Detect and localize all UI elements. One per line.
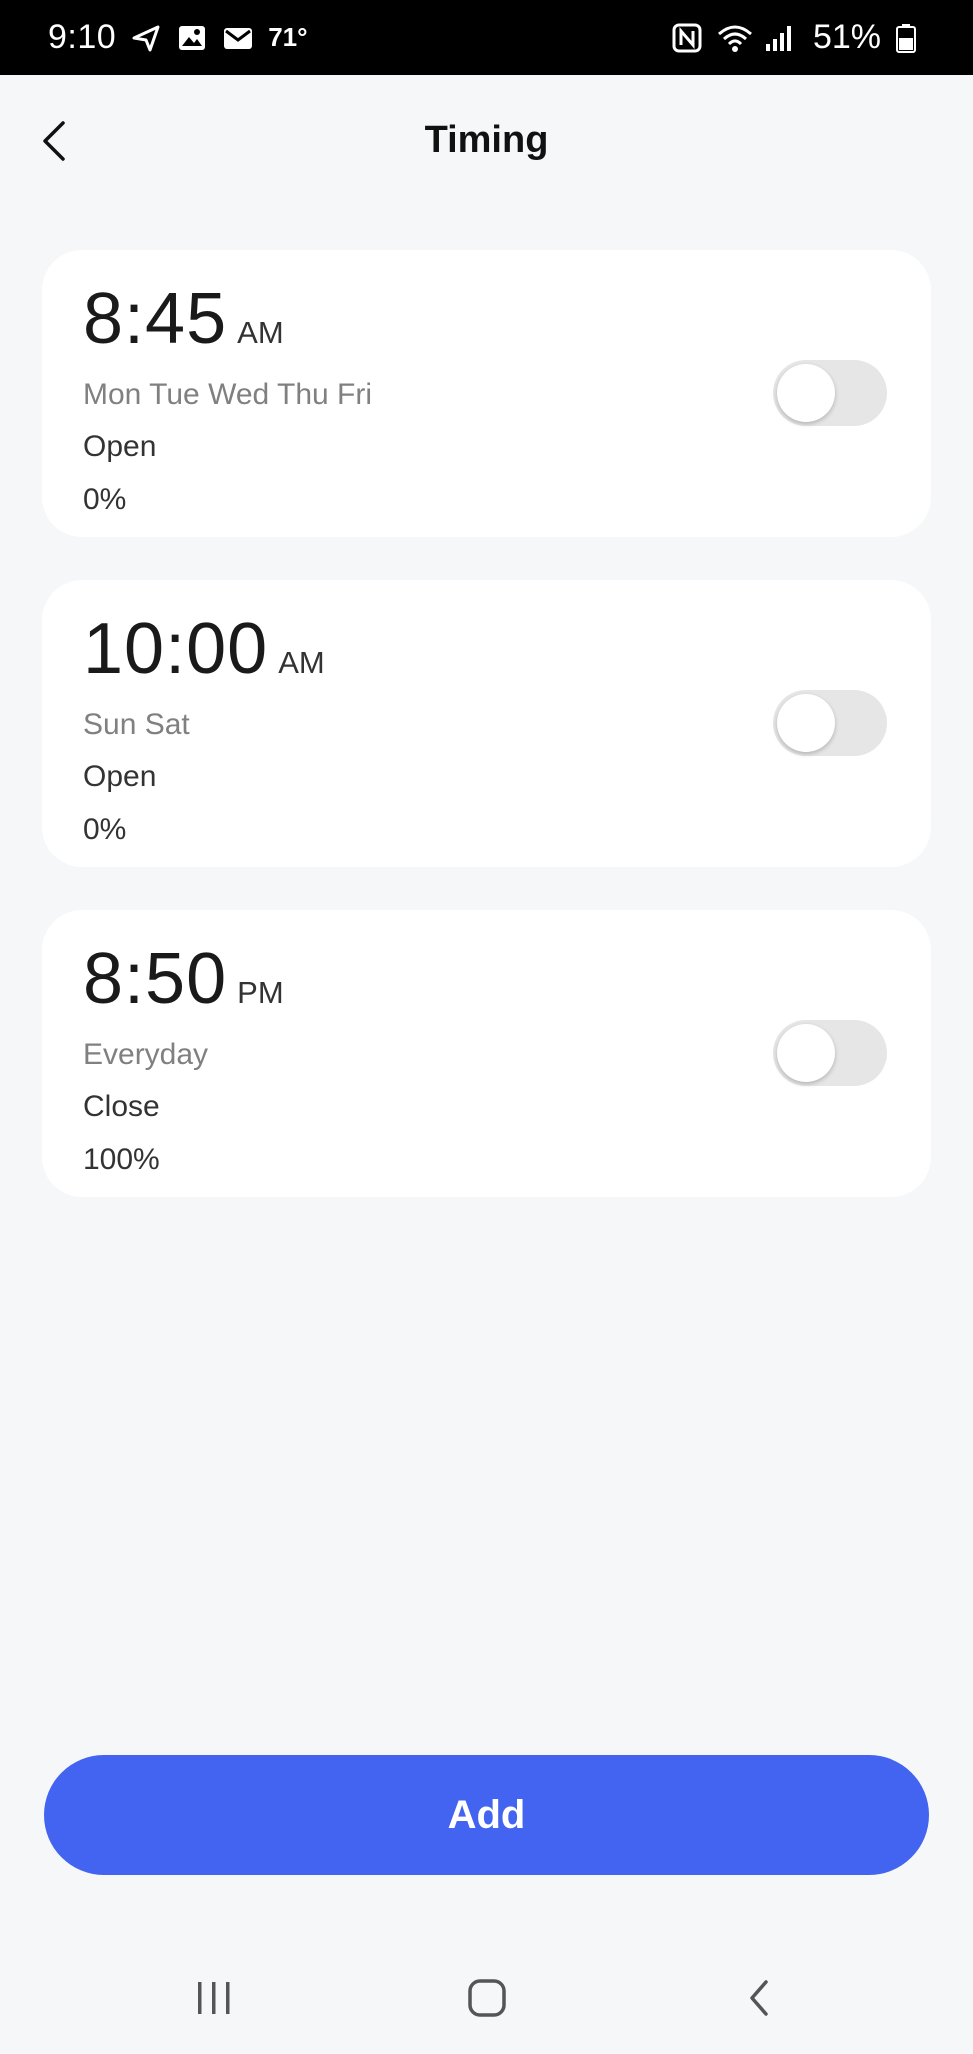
system-back-button[interactable] — [729, 1970, 789, 2030]
timer-period: PM — [237, 975, 284, 1010]
timer-time: 8:50 — [83, 939, 228, 1019]
timer-card[interactable]: 10:00 AM Sun Sat Open 0% — [42, 580, 931, 867]
status-time: 9:10 — [48, 18, 117, 56]
timer-time-row: 8:50 PM — [83, 938, 284, 1020]
timer-percent: 100% — [83, 1143, 160, 1176]
page-title: Timing — [424, 119, 549, 161]
timer-time-row: 8:45 AM — [83, 278, 284, 360]
add-button[interactable]: Add — [44, 1755, 929, 1875]
recents-button[interactable] — [184, 1970, 244, 2030]
navigation-arrow-icon — [130, 22, 162, 54]
toggle-knob — [777, 694, 835, 752]
image-icon — [176, 22, 208, 54]
timer-action: Open — [83, 760, 157, 793]
timer-time: 8:45 — [83, 279, 228, 359]
status-bar-right: 51% — [671, 18, 927, 57]
home-button[interactable] — [457, 1970, 517, 2030]
nfc-icon — [671, 22, 703, 54]
timer-toggle[interactable] — [773, 360, 887, 426]
wifi-icon — [717, 22, 752, 54]
timer-percent: 0% — [83, 813, 127, 846]
timer-days: Mon Tue Wed Thu Fri — [83, 378, 373, 411]
timer-days: Everyday — [83, 1038, 209, 1071]
battery-icon — [895, 22, 927, 54]
system-nav-bar — [0, 1940, 973, 2054]
recents-icon — [194, 1980, 234, 2021]
header: Timing — [0, 75, 973, 215]
timer-toggle[interactable] — [773, 1020, 887, 1086]
timer-time-row: 10:00 AM — [83, 608, 325, 690]
timer-days: Sun Sat — [83, 708, 190, 741]
timer-toggle[interactable] — [773, 690, 887, 756]
timer-action: Open — [83, 430, 157, 463]
status-bar-left: 9:10 71° — [48, 18, 308, 57]
toggle-knob — [777, 1024, 835, 1082]
status-temperature: 71° — [268, 22, 308, 52]
timer-card[interactable]: 8:45 AM Mon Tue Wed Thu Fri Open 0% — [42, 250, 931, 537]
timer-percent: 0% — [83, 483, 127, 516]
home-icon — [466, 1977, 508, 2024]
status-bar: 9:10 71° 51% — [0, 0, 973, 75]
timer-action: Close — [83, 1090, 160, 1123]
timer-period: AM — [237, 315, 284, 350]
timer-card[interactable]: 8:50 PM Everyday Close 100% — [42, 910, 931, 1197]
back-icon — [744, 1978, 774, 2023]
mail-icon — [222, 22, 254, 54]
timer-period: AM — [278, 645, 325, 680]
status-battery-percent: 51% — [812, 18, 881, 56]
timing-screen: 9:10 71° 51% Timing 8:45 AM Mon Tue Wed … — [0, 0, 973, 2054]
toggle-knob — [777, 364, 835, 422]
signal-icon — [763, 22, 795, 54]
timer-time: 10:00 — [83, 609, 269, 689]
